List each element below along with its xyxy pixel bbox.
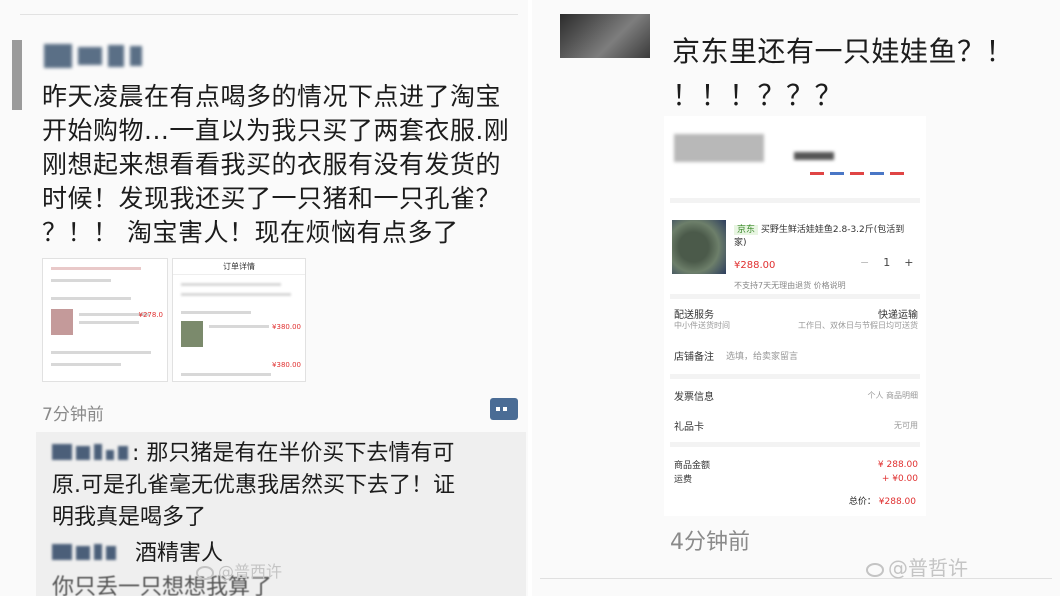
weibo-watermark: @普哲许 bbox=[866, 552, 968, 581]
embedded-screenshot[interactable]: 订单详情 ¥380.00 ¥380.00 bbox=[172, 258, 306, 382]
post-time: 4分钟前 bbox=[670, 530, 750, 555]
product-title[interactable]: 京东 买野生鲜活娃娃鱼2.8-3.2斤(包活到 家) bbox=[734, 224, 920, 250]
product-price: ¥288.00 bbox=[734, 260, 776, 271]
embedded-total: ¥380.00 bbox=[272, 361, 301, 369]
gift-card-row[interactable]: 礼品卡 无可用 bbox=[674, 418, 918, 433]
product-image[interactable] bbox=[672, 220, 726, 274]
embedded-screenshot[interactable]: ¥278.0 bbox=[42, 258, 168, 382]
quantity-stepper[interactable]: − 1 + bbox=[860, 256, 913, 269]
bottom-divider bbox=[540, 578, 1052, 579]
comment-text: 原.可是孔雀毫无优惠我居然买下去了！证 bbox=[52, 473, 455, 498]
address-stripe bbox=[810, 172, 910, 175]
separator bbox=[670, 294, 920, 299]
remark-input[interactable]: 选填，给卖家留言 bbox=[726, 349, 918, 362]
plus-button[interactable]: + bbox=[904, 256, 913, 269]
comment-text: : 那只猪是有在半价买下去情有可 bbox=[132, 441, 455, 466]
weibo-icon bbox=[866, 562, 884, 577]
shipping-row: 运费 + ¥0.00 bbox=[674, 473, 918, 486]
embedded-price: ¥380.00 bbox=[272, 323, 301, 331]
post-line: ！！！？？？ bbox=[672, 79, 844, 112]
username-blurred[interactable] bbox=[44, 44, 142, 68]
separator bbox=[670, 442, 920, 447]
post-line: 时候！发现我还买了一只猪和一只孔雀？ bbox=[42, 184, 502, 213]
commenter-name-blurred[interactable] bbox=[52, 438, 132, 470]
post-body: 京东里还有一只娃娃鱼？！ ！！！？？？ bbox=[672, 30, 1014, 118]
weibo-icon bbox=[196, 565, 214, 580]
embedded-price: ¥278.0 bbox=[138, 311, 164, 319]
embedded-title: 订单详情 bbox=[173, 259, 305, 275]
post-line: 昨天凌晨在有点喝多的情况下点进了淘宝 bbox=[42, 82, 502, 111]
minus-button[interactable]: − bbox=[860, 256, 869, 269]
post-time: 7分钟前 bbox=[42, 405, 104, 425]
separator bbox=[670, 374, 920, 379]
embedded-order-screenshot[interactable]: 京东 买野生鲜活娃娃鱼2.8-3.2斤(包活到 家) ¥288.00 − 1 +… bbox=[664, 116, 926, 516]
left-post-panel: 昨天凌晨在有点喝多的情况下点进了淘宝 开始购物...一直以为我只买了两套衣服.刚… bbox=[0, 0, 528, 596]
subtotal-row: 商品金额 ¥ 288.00 bbox=[674, 459, 918, 472]
commenter-name-blurred[interactable] bbox=[52, 538, 120, 570]
avatar[interactable] bbox=[12, 40, 22, 110]
top-divider bbox=[20, 14, 518, 15]
post-line: 京东里还有一只娃娃鱼？！ bbox=[672, 35, 1015, 68]
post-line: 开始购物...一直以为我只买了两套衣服.刚 bbox=[42, 116, 510, 145]
service-notes[interactable]: 不支持7天无理由退货 价格说明 bbox=[734, 280, 846, 291]
avatar[interactable] bbox=[560, 14, 650, 58]
total-row: 总价： ¥288.00 bbox=[848, 497, 916, 507]
post-line: 刚想起来想看看我买的衣服有没有发货的 bbox=[42, 150, 502, 179]
post-line: ？！！ 淘宝害人！现在烦恼有点多了 bbox=[42, 218, 459, 247]
quantity-value: 1 bbox=[883, 256, 891, 269]
comment-text: 明我真是喝多了 bbox=[52, 505, 207, 530]
post-body: 昨天凌晨在有点喝多的情况下点进了淘宝 开始购物...一直以为我只买了两套衣服.刚… bbox=[42, 80, 509, 250]
separator bbox=[670, 198, 920, 203]
comment: : 那只猪是有在半价买下去情有可 bbox=[52, 438, 454, 470]
comment-icon[interactable] bbox=[490, 398, 518, 420]
jd-badge: 京东 bbox=[734, 225, 759, 235]
delivery-row[interactable]: 配送服务 快递运输 bbox=[674, 306, 918, 321]
weibo-watermark: @普西许 bbox=[196, 558, 282, 582]
delivery-sub-row: 中小件送货时间 工作日、双休日与节假日均可送货 bbox=[674, 321, 918, 330]
remark-row[interactable]: 店铺备注 选填，给卖家留言 bbox=[674, 348, 918, 363]
address-blurred bbox=[674, 134, 764, 162]
receiver-blurred bbox=[794, 152, 834, 160]
invoice-row[interactable]: 发票信息 个人 商品明细 bbox=[674, 388, 918, 403]
